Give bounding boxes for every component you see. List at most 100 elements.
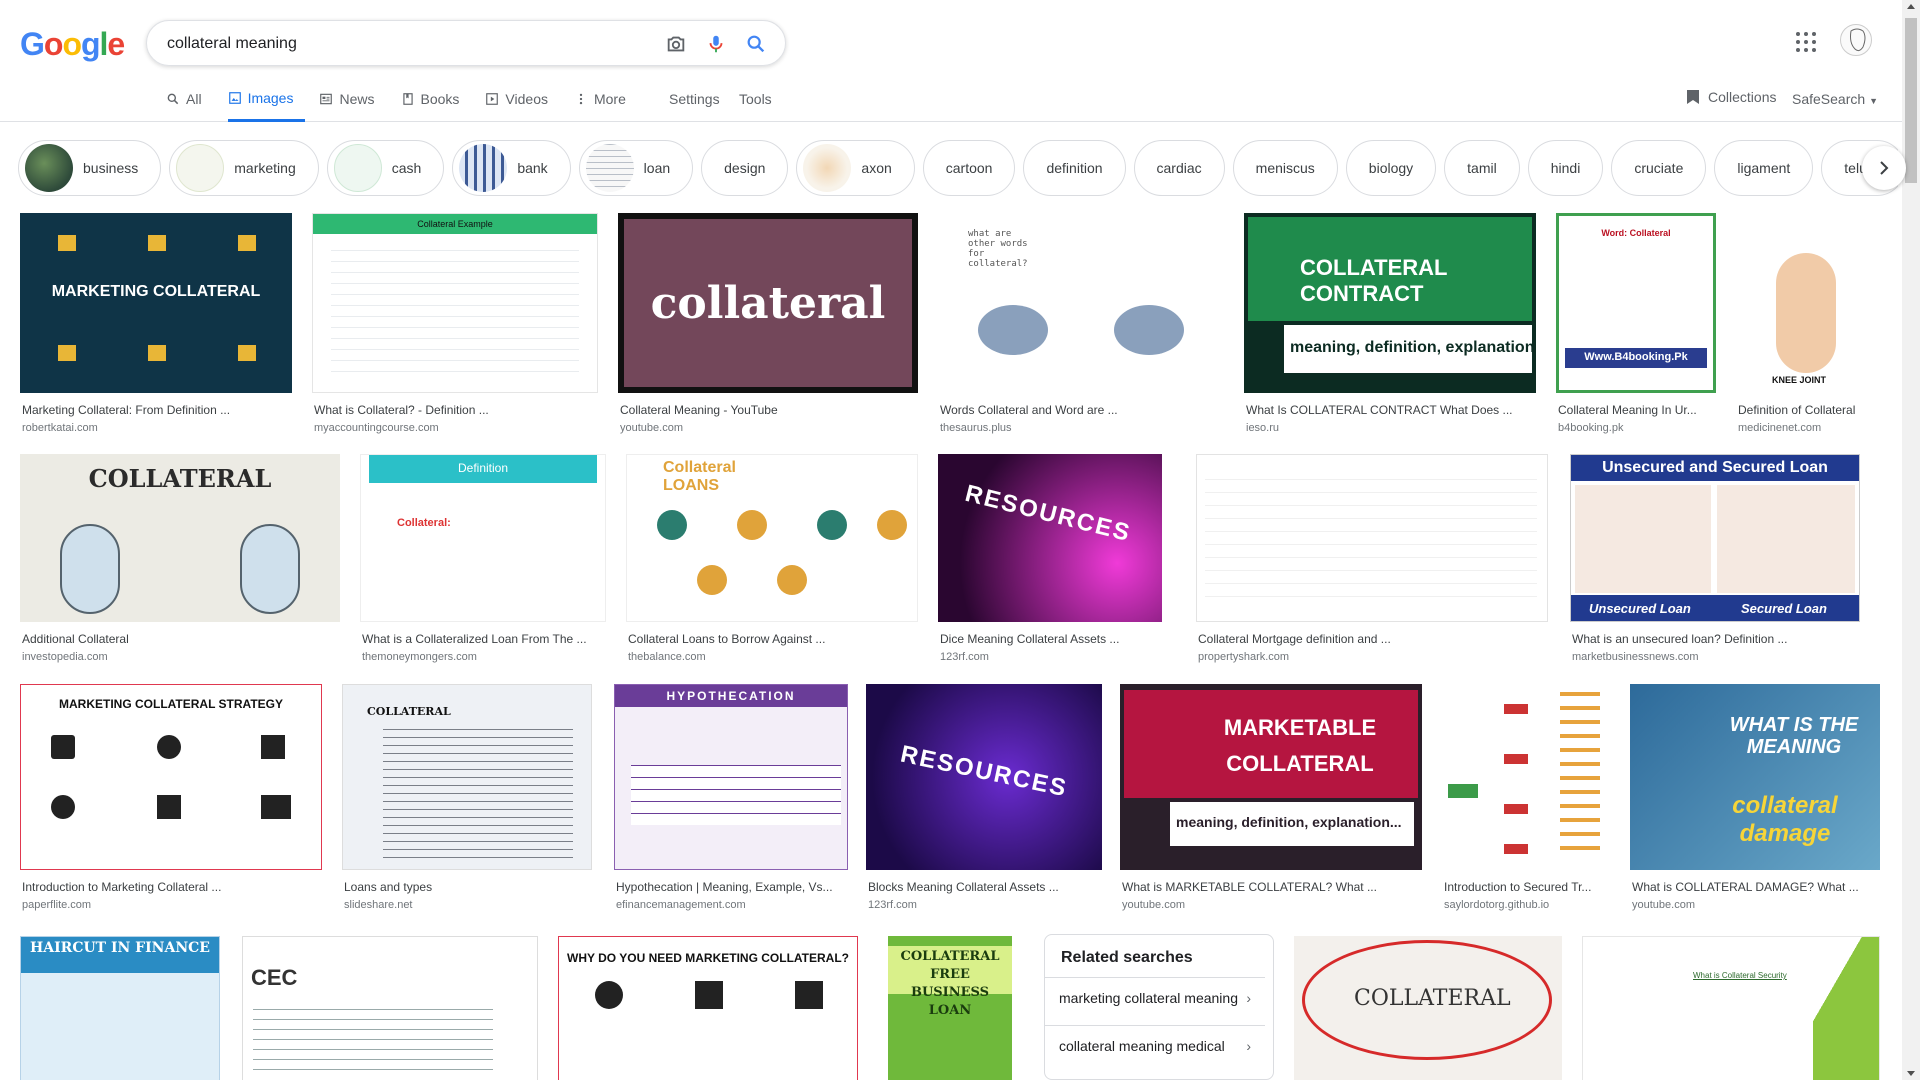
chip-meniscus[interactable]: meniscus bbox=[1232, 140, 1338, 196]
result-source[interactable]: investopedia.com bbox=[20, 651, 340, 663]
image-result[interactable]: COLLATERAL CONTRACT meaning, definition,… bbox=[1244, 213, 1536, 434]
tab-videos[interactable]: Videos bbox=[485, 86, 560, 122]
result-source[interactable]: paperflite.com bbox=[20, 899, 322, 911]
result-source[interactable]: ieso.ru bbox=[1244, 422, 1536, 434]
collections-button[interactable]: Collections bbox=[1686, 89, 1776, 105]
image-result[interactable]: MARKETABLE COLLATERAL meaning, definitio… bbox=[1120, 684, 1422, 911]
result-title[interactable]: Blocks Meaning Collateral Assets ... bbox=[866, 880, 1102, 894]
chip-ligament[interactable]: ligament bbox=[1714, 140, 1814, 196]
chip-cardiac[interactable]: cardiac bbox=[1133, 140, 1225, 196]
image-result[interactable]: COLLATERAL Loans and types slideshare.ne… bbox=[342, 684, 592, 911]
safesearch-button[interactable]: SafeSearch ▼ bbox=[1792, 91, 1878, 107]
tab-books[interactable]: Books bbox=[401, 86, 472, 122]
image-result[interactable]: MARKETING COLLATERAL Marketing Collatera… bbox=[20, 213, 292, 434]
chip-bank[interactable]: bank bbox=[452, 140, 571, 196]
google-logo[interactable]: Google bbox=[20, 26, 125, 63]
result-source[interactable]: robertkatai.com bbox=[20, 422, 292, 434]
image-result[interactable]: Collateral Example What is Collateral? -… bbox=[312, 213, 598, 434]
apps-grid-icon[interactable] bbox=[1796, 32, 1816, 52]
chip-marketing[interactable]: marketing bbox=[169, 140, 319, 196]
result-title[interactable]: Dice Meaning Collateral Assets ... bbox=[938, 632, 1162, 646]
result-source[interactable]: b4booking.pk bbox=[1556, 422, 1716, 434]
image-result[interactable]: COLLATERAL bbox=[1294, 936, 1562, 1080]
tools-link[interactable]: Tools bbox=[739, 91, 772, 107]
tab-all[interactable]: All bbox=[166, 86, 214, 122]
image-result[interactable]: what are other words for collateral? Wor… bbox=[938, 213, 1224, 434]
image-result[interactable]: HAIRCUT IN FINANCE bbox=[20, 936, 220, 1080]
image-result[interactable]: MARKETING COLLATERAL STRATEGY Introducti… bbox=[20, 684, 322, 911]
image-result[interactable]: What is Collateral Security bbox=[1582, 936, 1880, 1080]
result-source[interactable]: youtube.com bbox=[1120, 899, 1422, 911]
result-source[interactable]: efinancemanagement.com bbox=[614, 899, 848, 911]
result-title[interactable]: What is Collateral? - Definition ... bbox=[312, 403, 598, 417]
result-title[interactable]: Additional Collateral bbox=[20, 632, 340, 646]
result-title[interactable]: Loans and types bbox=[342, 880, 592, 894]
chip-cartoon[interactable]: cartoon bbox=[922, 140, 1016, 196]
chip-cash[interactable]: cash bbox=[326, 140, 445, 196]
result-source[interactable]: medicinenet.com bbox=[1736, 422, 1880, 434]
chip-definition[interactable]: definition bbox=[1023, 140, 1126, 196]
result-title[interactable]: Words Collateral and Word are ... bbox=[938, 403, 1224, 417]
image-result[interactable]: RESOURCES Dice Meaning Collateral Assets… bbox=[938, 454, 1162, 663]
chip-hindi[interactable]: hindi bbox=[1527, 140, 1604, 196]
result-title[interactable]: Collateral Meaning In Ur... bbox=[1556, 403, 1716, 417]
chip-design[interactable]: design bbox=[701, 140, 789, 196]
result-source[interactable]: youtube.com bbox=[1630, 899, 1880, 911]
microphone-icon[interactable] bbox=[705, 33, 727, 55]
result-title[interactable]: What is an unsecured loan? Definition ..… bbox=[1570, 632, 1860, 646]
search-icon[interactable] bbox=[745, 33, 767, 55]
settings-link[interactable]: Settings bbox=[669, 91, 720, 107]
chips-next-button[interactable] bbox=[1862, 146, 1906, 190]
tab-news[interactable]: News bbox=[319, 86, 386, 122]
image-result[interactable]: WHY DO YOU NEED MARKETING COLLATERAL? bbox=[558, 936, 858, 1080]
result-title[interactable]: Marketing Collateral: From Definition ..… bbox=[20, 403, 292, 417]
result-source[interactable]: thesaurus.plus bbox=[938, 422, 1224, 434]
result-source[interactable]: youtube.com bbox=[618, 422, 918, 434]
result-title[interactable]: What Is COLLATERAL CONTRACT What Does ..… bbox=[1244, 403, 1536, 417]
chip-cruciate[interactable]: cruciate bbox=[1611, 140, 1707, 196]
result-source[interactable]: marketbusinessnews.com bbox=[1570, 651, 1860, 663]
image-result[interactable]: Word: Collateral Www.B4booking.Pk Collat… bbox=[1556, 213, 1716, 434]
result-title[interactable]: Collateral Meaning - YouTube bbox=[618, 403, 918, 417]
image-result[interactable]: RESOURCES Blocks Meaning Collateral Asse… bbox=[866, 684, 1102, 911]
image-result[interactable]: WHAT IS THE MEANING collateral damage Wh… bbox=[1630, 684, 1880, 911]
tab-more[interactable]: More bbox=[574, 86, 638, 122]
result-source[interactable]: 123rf.com bbox=[938, 651, 1162, 663]
result-title[interactable]: Hypothecation | Meaning, Example, Vs... bbox=[614, 880, 848, 894]
image-result[interactable]: HYPOTHECATION Hypothecation | Meaning, E… bbox=[614, 684, 848, 911]
image-result[interactable]: COLLATERAL FREE BUSINESS LOAN bbox=[888, 936, 1012, 1080]
result-source[interactable]: slideshare.net bbox=[342, 899, 592, 911]
search-input[interactable] bbox=[167, 33, 627, 55]
chip-business[interactable]: business bbox=[18, 140, 162, 196]
scroll-down-arrow[interactable] bbox=[1907, 1071, 1915, 1076]
result-title[interactable]: Introduction to Secured Tr... bbox=[1442, 880, 1610, 894]
result-source[interactable]: 123rf.com bbox=[866, 899, 1102, 911]
image-result[interactable]: KNEE JOINT Definition of Collateral medi… bbox=[1736, 213, 1880, 434]
result-title[interactable]: What is COLLATERAL DAMAGE? What ... bbox=[1630, 880, 1880, 894]
camera-icon[interactable] bbox=[665, 33, 687, 55]
related-search-item[interactable]: marketing collateral meaning › bbox=[1045, 977, 1265, 1017]
image-result[interactable]: Definition Collateral: What is a Collate… bbox=[360, 454, 606, 663]
scroll-up-arrow[interactable] bbox=[1907, 4, 1915, 9]
scroll-thumb[interactable] bbox=[1905, 18, 1917, 183]
image-result[interactable]: Collateral LOANS Collateral Loans to Bor… bbox=[626, 454, 918, 663]
image-result[interactable]: Introduction to Secured Tr... saylordoto… bbox=[1442, 684, 1610, 911]
chip-loan[interactable]: loan bbox=[578, 140, 694, 196]
image-result[interactable]: Unsecured and Secured Loan Unsecured Loa… bbox=[1570, 454, 1860, 663]
chip-axon[interactable]: axon bbox=[796, 140, 915, 196]
avatar[interactable] bbox=[1840, 24, 1872, 56]
result-source[interactable]: thebalance.com bbox=[626, 651, 918, 663]
tab-images[interactable]: Images bbox=[227, 86, 306, 122]
result-source[interactable]: themoneymongers.com bbox=[360, 651, 606, 663]
result-title[interactable]: What is MARKETABLE COLLATERAL? What ... bbox=[1120, 880, 1422, 894]
result-source[interactable]: saylordotorg.github.io bbox=[1442, 899, 1610, 911]
result-title[interactable]: Collateral Mortgage definition and ... bbox=[1196, 632, 1548, 646]
result-title[interactable]: What is a Collateralized Loan From The .… bbox=[360, 632, 606, 646]
result-title[interactable]: Definition of Collateral bbox=[1736, 403, 1880, 417]
image-result[interactable]: COLLATERAL Additional Collateral investo… bbox=[20, 454, 340, 663]
image-result[interactable]: Collateral Mortgage definition and ... p… bbox=[1196, 454, 1548, 663]
chip-tamil[interactable]: tamil bbox=[1444, 140, 1520, 196]
result-title[interactable]: Introduction to Marketing Collateral ... bbox=[20, 880, 322, 894]
result-title[interactable]: Collateral Loans to Borrow Against ... bbox=[626, 632, 918, 646]
result-source[interactable]: myaccountingcourse.com bbox=[312, 422, 598, 434]
